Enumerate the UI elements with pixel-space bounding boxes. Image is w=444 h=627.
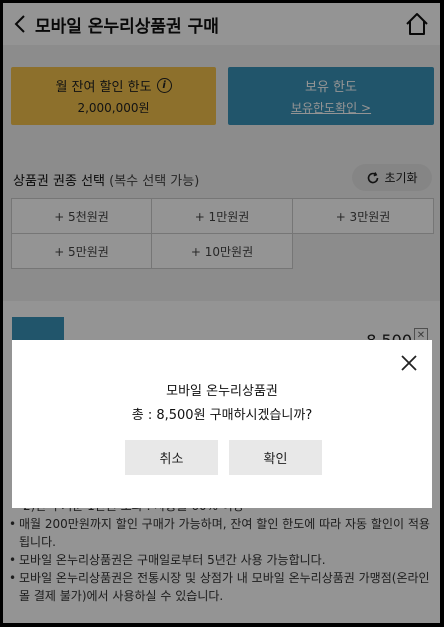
confirm-dialog: 모바일 온누리상품권 총 : 8,500원 구매하시겠습니까? 취소 확인: [12, 340, 432, 508]
dialog-product-name: 모바일 온누리상품권: [166, 384, 278, 399]
close-icon[interactable]: [398, 352, 420, 374]
dialog-message: 총 : 8,500원 구매하시겠습니까?: [131, 408, 313, 423]
confirm-button[interactable]: 확인: [229, 440, 322, 475]
cancel-button[interactable]: 취소: [125, 440, 218, 475]
app-screen: 모바일 온누리상품권 구매 월 잔여 할인 한도 i 2,000,000원 보유…: [3, 3, 440, 623]
modal-overlay[interactable]: [3, 3, 440, 623]
